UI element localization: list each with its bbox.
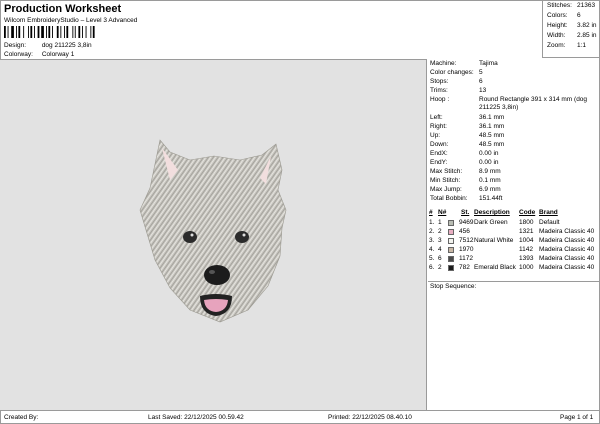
col-header-stitches: St.: [461, 209, 470, 216]
color-cell-num: 1.: [429, 219, 435, 226]
color-swatch: [448, 247, 454, 253]
colorway-value: Colorway 1: [41, 51, 75, 58]
color-row: 1. 1 9469 Dark Green 1800 Default: [428, 219, 600, 228]
stop-sequence-panel: Stop Sequence:: [428, 281, 600, 410]
col-header-num: #: [429, 209, 433, 216]
color-cell-brand: Madeira Classic 40: [539, 255, 595, 262]
color-cell-st: 1172: [459, 255, 473, 262]
page-title: Production Worksheet: [4, 3, 122, 15]
dog-embroidery-image: [139, 139, 287, 323]
color-row: 2. 2 456 1321 Madeira Classic 40: [428, 228, 600, 237]
color-cell-code: 1142: [519, 246, 533, 253]
footer-created-by: Created By:: [4, 414, 39, 421]
stat-zoom: Zoom: 1:1: [547, 42, 587, 49]
footer-page: Page 1 of 1: [560, 414, 594, 421]
color-cell-num: 6.: [429, 264, 435, 271]
color-swatch: [448, 220, 454, 226]
color-cell-n: 2: [438, 228, 442, 235]
col-header-description: Description: [474, 209, 510, 216]
color-cell-brand: Madeira Classic 40: [539, 228, 595, 235]
color-cell-n: 2: [438, 264, 442, 271]
color-cell-code: 1000: [519, 264, 534, 271]
design-line: Design: dog 211225 3,8in: [4, 42, 92, 49]
color-cell-num: 2.: [429, 228, 435, 235]
color-cell-st: 456: [459, 228, 470, 235]
stats-panel: Stitches: 21363 Colors: 6 Height: 3.82 in W…: [542, 0, 600, 58]
software-subtitle: Wilcom EmbroideryStudio – Level 3 Advanc…: [4, 17, 138, 24]
stat-stitches: Stitches: 21363: [547, 2, 596, 9]
color-cell-st: 782: [459, 264, 470, 271]
color-row: 5. 6 1172 1393 Madeira Classic 40: [428, 255, 600, 264]
color-row: 3. 3 7512 Natural White 1004 Madeira Classic …: [428, 237, 600, 246]
color-cell-num: 4.: [429, 246, 435, 253]
footer: Created By: Last Saved: 22/12/2025 00.59…: [0, 410, 600, 424]
color-cell-brand: Default: [539, 219, 560, 226]
color-cell-brand: Madeira Classic 40: [539, 264, 595, 271]
color-cell-code: 1800: [519, 219, 534, 226]
design-preview: [0, 59, 427, 410]
color-cell-code: 1393: [519, 255, 534, 262]
col-header-n: N#: [438, 209, 447, 216]
col-header-code: Code: [519, 209, 536, 216]
barcode: [4, 26, 95, 38]
design-value: dog 211225 3,8in: [41, 42, 92, 49]
color-swatch: [448, 238, 454, 244]
color-row: 6. 2 782 Emerald Black 1000 Madeira Classic 4…: [428, 264, 600, 273]
stat-width: Width: 2.85 in: [547, 32, 597, 39]
color-cell-st: 7512: [459, 237, 474, 244]
color-cell-description: Natural White: [474, 237, 514, 244]
color-swatch: [448, 256, 454, 262]
col-header-brand: Brand: [539, 209, 558, 216]
color-row: 4. 4 1970 1142 Madeira Classic 40: [428, 246, 600, 255]
color-cell-code: 1004: [519, 237, 534, 244]
footer-printed: Printed: 22/12/2025 08.40.10: [328, 414, 412, 421]
color-cell-description: Dark Green: [474, 219, 508, 226]
footer-last-saved: Last Saved: 22/12/2025 00.59.42: [148, 414, 244, 421]
color-cell-n: 3: [438, 237, 442, 244]
color-cell-brand: Madeira Classic 40: [539, 237, 595, 244]
color-swatch: [448, 265, 454, 271]
color-cell-num: 5.: [429, 255, 435, 262]
design-label: Design:: [4, 42, 27, 49]
color-cell-description: Emerald Black: [474, 264, 516, 271]
stop-sequence-label: Stop Sequence:: [430, 283, 477, 290]
color-swatch: [448, 229, 454, 235]
color-cell-code: 1321: [519, 228, 534, 235]
stat-height: Height: 3.82 in: [547, 22, 597, 29]
color-cell-brand: Madeira Classic 40: [539, 246, 595, 253]
color-cell-n: 4: [438, 246, 442, 253]
stat-colors: Colors: 6: [547, 12, 581, 19]
colorway-label: Colorway:: [4, 51, 33, 58]
color-cell-num: 3.: [429, 237, 435, 244]
color-cell-st: 1970: [459, 246, 474, 253]
color-cell-n: 6: [438, 255, 442, 262]
colorway-line: Colorway: Colorway 1: [4, 51, 74, 58]
color-cell-st: 9469: [459, 219, 474, 226]
color-cell-n: 1: [438, 219, 442, 226]
